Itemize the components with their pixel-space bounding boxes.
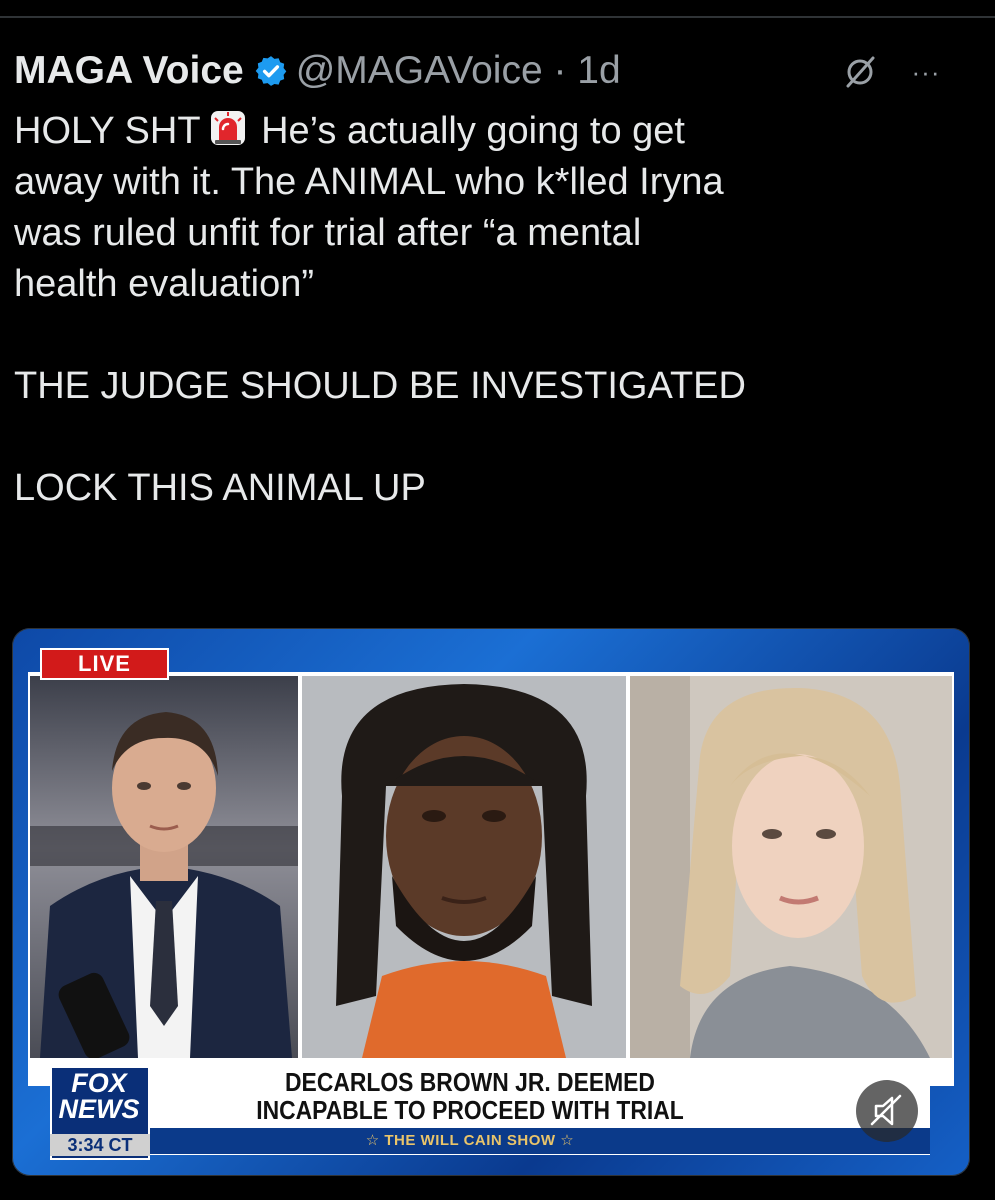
more-options-icon[interactable]: ··· [886,52,966,92]
mugshot-photo [302,676,626,1058]
chyron-headline-line1: DECARLOS BROWN JR. DEEMED [285,1067,655,1097]
tweet-line: THE JUDGE SHOULD BE INVESTIGATED [14,365,746,407]
grok-icon[interactable] [840,52,880,92]
display-name[interactable]: MAGA Voice [14,49,244,93]
tweet-text: HOLY SHT He’s actually going to get away… [14,106,964,514]
tweet-line: HOLY SHT He’s actually going to get [14,106,964,157]
divider [0,16,995,18]
tweet-line: was ruled unfit for trial after “a menta… [14,212,642,254]
mute-button[interactable] [856,1080,918,1142]
handle-and-time[interactable]: @MAGAVoice · 1d [296,49,621,93]
tweet-text-segment: HOLY SHT [14,110,201,152]
tweet-line: LOCK THIS ANIMAL UP [14,467,426,509]
verified-badge-icon [255,56,287,86]
victim-photo [630,676,952,1058]
tweet-text-segment: He’s actually going to get [261,110,685,152]
police-siren-icon [210,111,245,145]
broadcast-time: 3:34 CT [50,1134,150,1156]
chyron-headline-line2: INCAPABLE TO PROCEED WITH TRIAL [256,1095,684,1125]
fox-news-logo-text: FOX NEWS [58,1068,140,1124]
show-name: ☆ THE WILL CAIN SHOW ☆ [365,1132,575,1149]
tweet-line: health evaluation” [14,263,314,305]
anchor-photo [30,676,298,1058]
muted-speaker-icon [870,1094,902,1126]
tweet-header: MAGA Voice @MAGAVoice · 1d [14,46,621,96]
live-badge: LIVE [40,648,169,680]
tweet-line: away with it. The ANIMAL who k*lled Iryn… [14,161,724,203]
